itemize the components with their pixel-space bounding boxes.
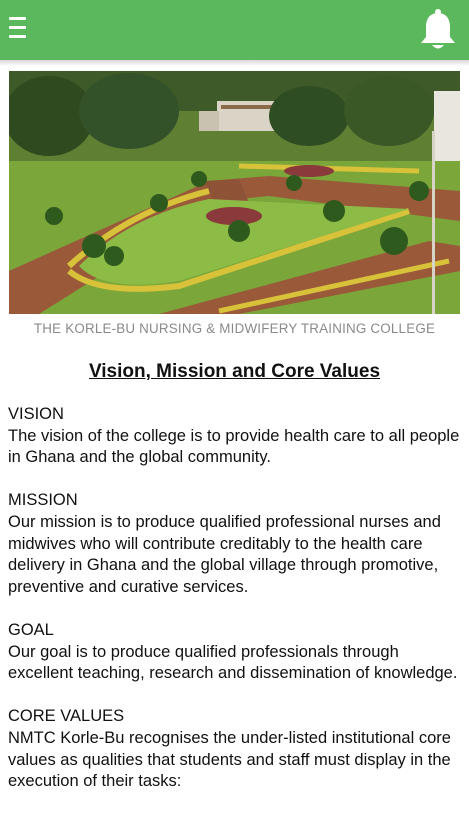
bell-icon[interactable] <box>419 8 457 50</box>
app-bar-shadow <box>0 60 469 66</box>
vision-section: VISION The vision of the college is to p… <box>8 404 463 469</box>
section-title: VISION <box>8 405 64 423</box>
campus-banner-image <box>9 71 460 314</box>
section-title: CORE VALUES <box>8 707 125 726</box>
banner-caption: THE KORLE-BU NURSING & MIDWIFERY TRAININ… <box>33 321 436 336</box>
section-body: Our mission is to produce qualified prof… <box>8 512 441 596</box>
content-body: VISION The vision of the college is to p… <box>8 404 463 814</box>
section-body: NMTC Korle-Bu recognises the under-liste… <box>8 728 451 791</box>
hamburger-menu-icon[interactable] <box>9 17 26 39</box>
section-title: GOAL <box>8 620 54 639</box>
page-title: Vision, Mission and Core Values <box>88 361 381 382</box>
section-body: Our goal is to produce qualified profess… <box>8 642 458 683</box>
goal-section: GOAL Our goal is to produce qualified pr… <box>8 620 463 685</box>
mission-section: MISSION Our mission is to produce qualif… <box>8 490 463 598</box>
app-bar <box>0 0 469 60</box>
section-title: MISSION <box>8 491 78 510</box>
section-body: The vision of the college is to provide … <box>8 426 460 467</box>
core-values-section: CORE VALUES NMTC Korle-Bu recognises the… <box>8 706 463 792</box>
